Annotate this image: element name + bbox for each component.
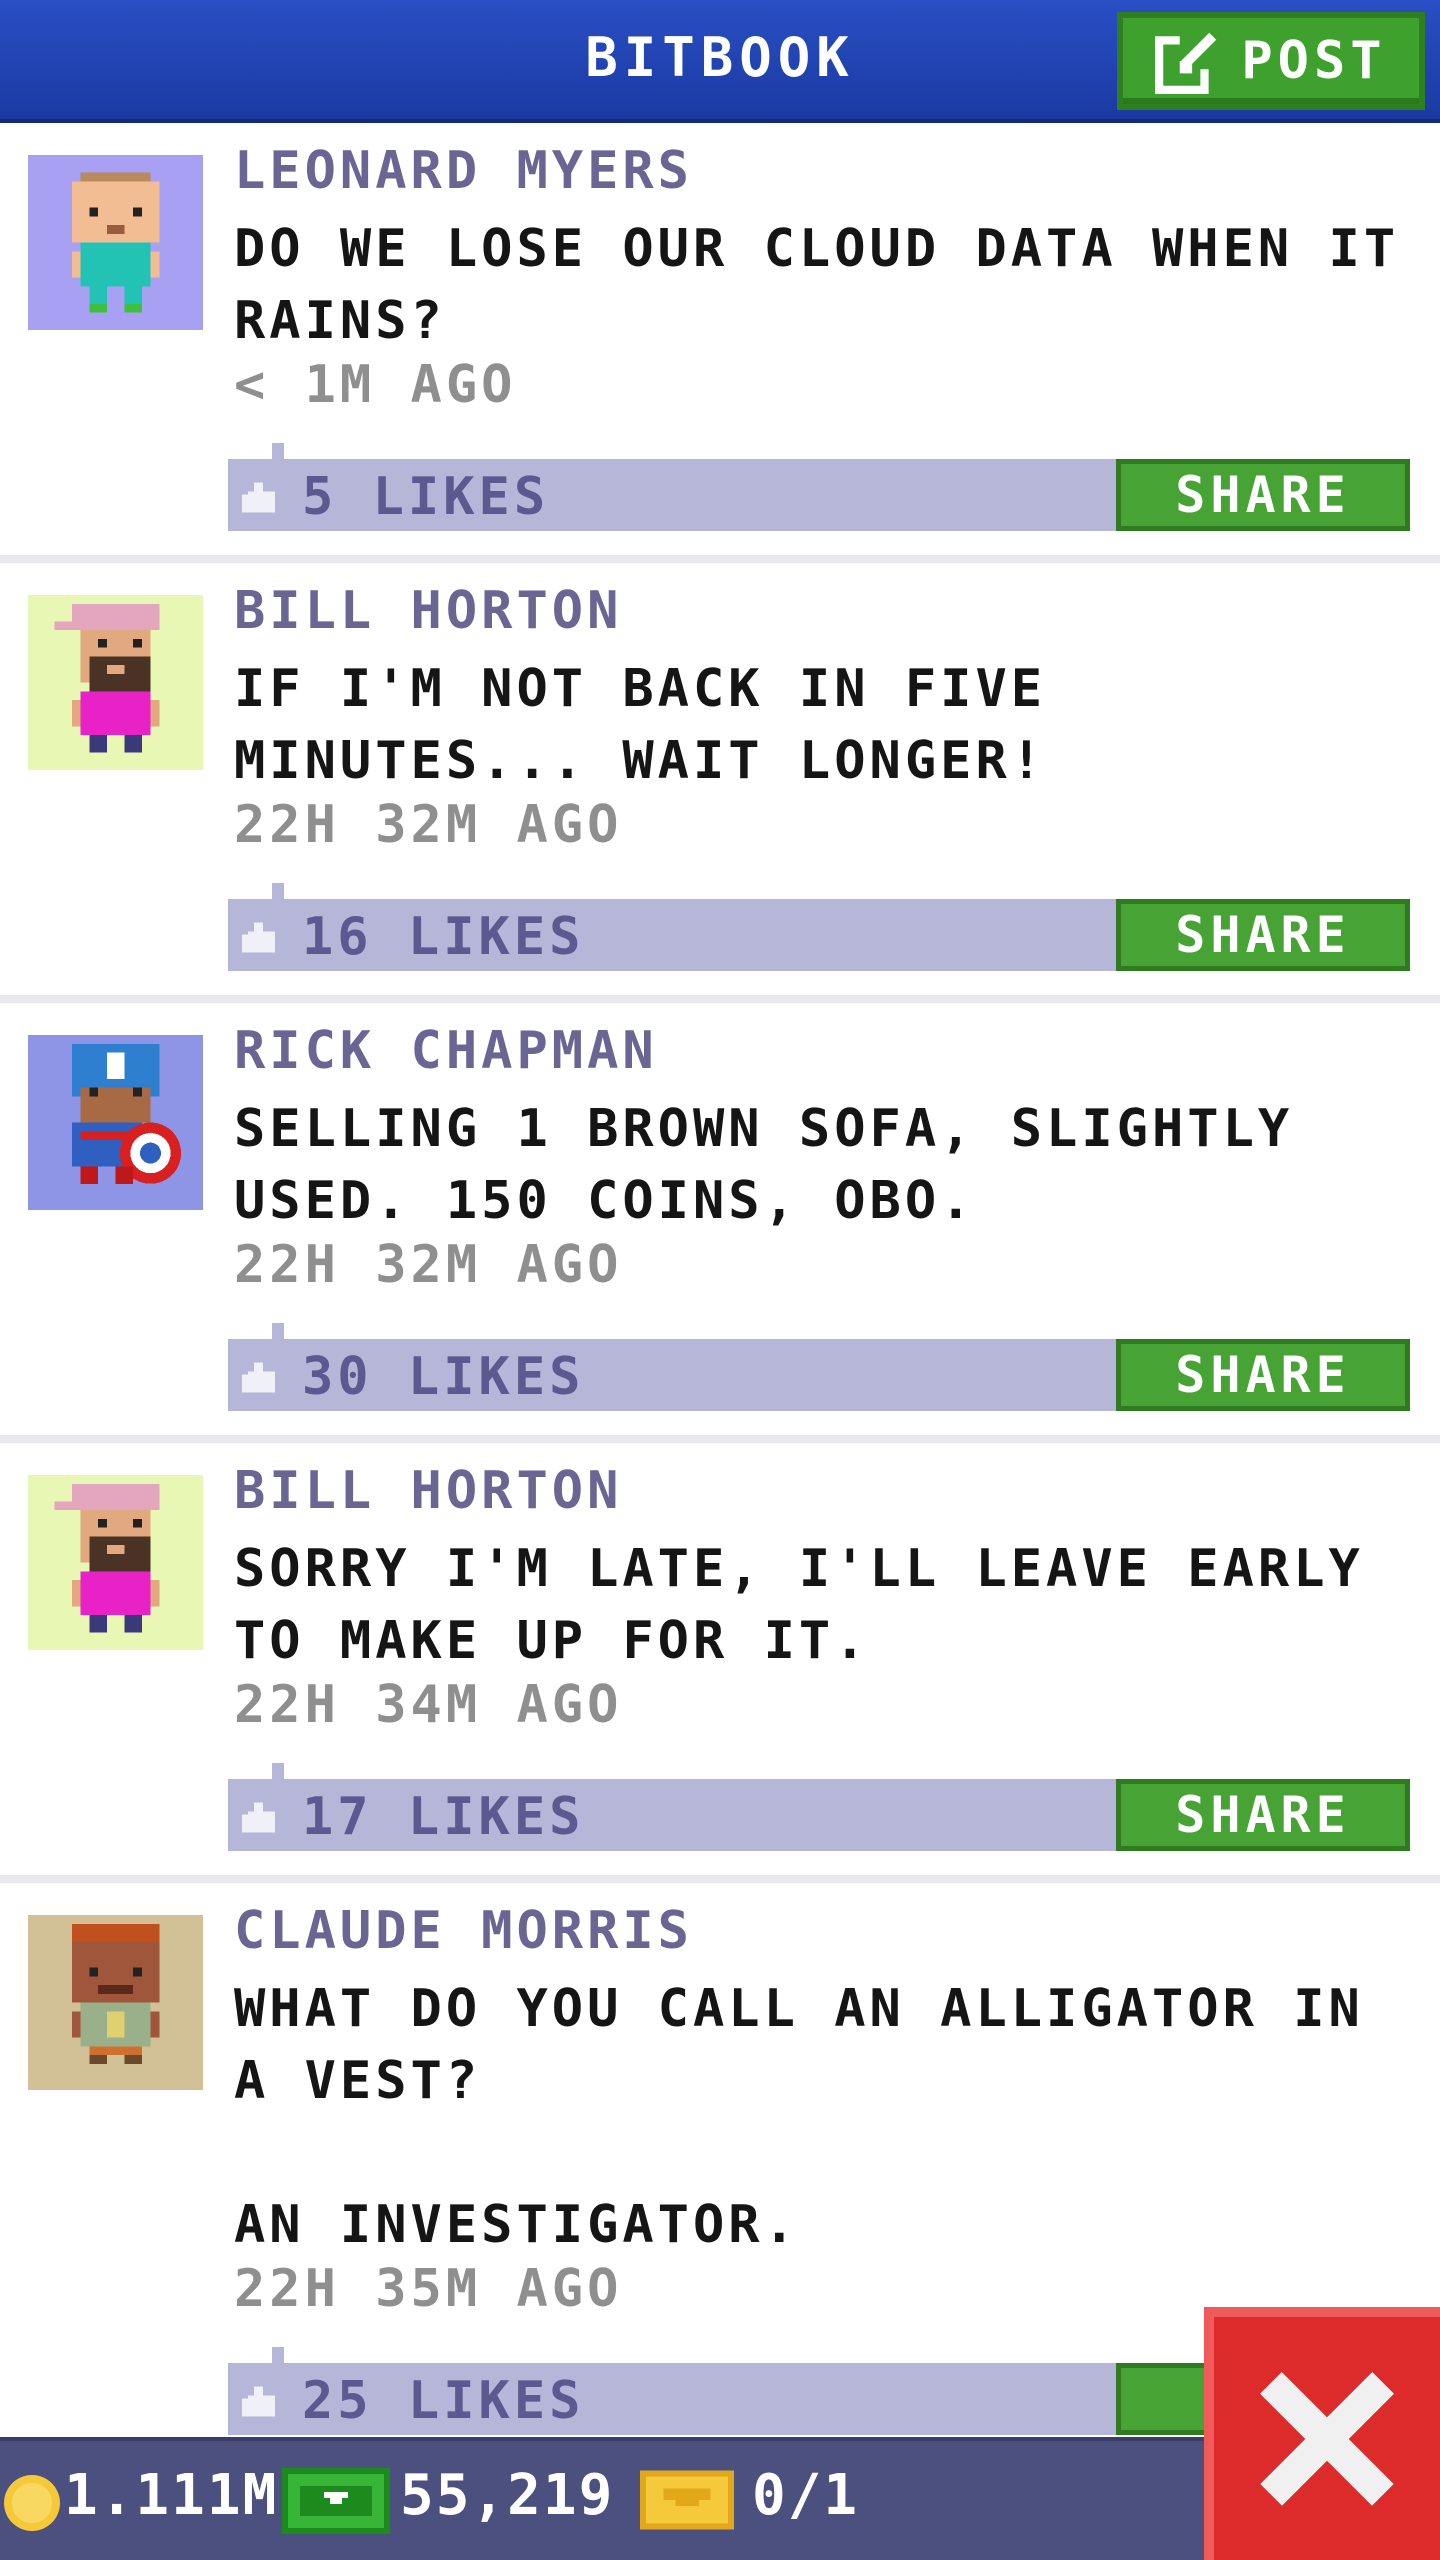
likes-count: 17 LIKES	[302, 1787, 585, 1847]
post-message: WHAT DO YOU CALL AN ALLIGATOR IN A VEST?…	[234, 1979, 1364, 2255]
post-author: BILL HORTON	[234, 581, 623, 641]
likes-bar: 16 LIKES SHARE	[228, 883, 1410, 971]
post-timestamp: 22H 34M AGO	[234, 1675, 623, 1735]
share-button[interactable]: SHARE	[1116, 1339, 1410, 1411]
close-icon	[1260, 2371, 1394, 2506]
coin-icon	[4, 2475, 60, 2531]
thumbs-up-icon[interactable]	[242, 1799, 278, 1833]
post-message: DO WE LOSE OUR CLOUD DATA WHEN IT RAINS?	[234, 219, 1435, 351]
thumbs-up-icon[interactable]	[242, 479, 278, 513]
share-button[interactable]: SHARE	[1116, 1779, 1410, 1851]
ticket-icon	[640, 2470, 734, 2530]
post-message: IF I'M NOT BACK IN FIVE MINUTES... WAIT …	[234, 659, 1082, 791]
share-button[interactable]: SHARE	[1116, 899, 1410, 971]
avatar[interactable]	[28, 1475, 203, 1650]
post-timestamp: 22H 32M AGO	[234, 1235, 623, 1295]
bux-count: 55,219	[400, 2463, 615, 2528]
likes-count: 25 LIKES	[302, 2371, 585, 2431]
share-button[interactable]: SHARE	[1116, 459, 1410, 531]
likes-count: 16 LIKES	[302, 907, 585, 967]
coins-count: 1.111M	[64, 2463, 279, 2528]
feed-list[interactable]: LEONARD MYERS DO WE LOSE OUR CLOUD DATA …	[0, 123, 1440, 2443]
tickets-count: 0/1	[752, 2463, 860, 2528]
thumbs-up-icon[interactable]	[242, 1359, 278, 1393]
feed-post: LEONARD MYERS DO WE LOSE OUR CLOUD DATA …	[0, 123, 1440, 563]
post-author: LEONARD MYERS	[234, 141, 693, 201]
avatar[interactable]	[28, 595, 203, 770]
post-message: SELLING 1 BROWN SOFA, SLIGHTLY USED. 150…	[234, 1099, 1329, 1231]
likes-count: 30 LIKES	[302, 1347, 585, 1407]
avatar[interactable]	[28, 1035, 203, 1210]
cash-icon	[282, 2468, 390, 2534]
thumbs-up-icon[interactable]	[242, 2383, 278, 2417]
post-button[interactable]: POST	[1117, 12, 1425, 110]
avatar[interactable]	[28, 1915, 203, 2090]
post-author: RICK CHAPMAN	[234, 1021, 658, 1081]
feed-post: RICK CHAPMAN SELLING 1 BROWN SOFA, SLIGH…	[0, 1003, 1440, 1443]
likes-bar: 17 LIKES SHARE	[228, 1763, 1410, 1851]
post-author: CLAUDE MORRIS	[234, 1901, 693, 1961]
post-author: BILL HORTON	[234, 1461, 623, 1521]
feed-post: BILL HORTON SORRY I'M LATE, I'LL LEAVE E…	[0, 1443, 1440, 1883]
post-timestamp: < 1M AGO	[234, 355, 517, 415]
edit-icon	[1155, 32, 1218, 94]
post-timestamp: 22H 32M AGO	[234, 795, 623, 855]
feed-post: BILL HORTON IF I'M NOT BACK IN FIVE MINU…	[0, 563, 1440, 1003]
post-timestamp: 22H 35M AGO	[234, 2259, 623, 2319]
likes-count: 5 LIKES	[302, 467, 550, 527]
close-button[interactable]	[1204, 2307, 1440, 2560]
post-message: SORRY I'M LATE, I'LL LEAVE EARLY TO MAKE…	[234, 1539, 1400, 1671]
likes-bar: 30 LIKES SHARE	[228, 1323, 1410, 1411]
post-button-label: POST	[1241, 31, 1387, 91]
likes-bar: 5 LIKES SHARE	[228, 443, 1410, 531]
app-header: BITBOOK POST	[0, 0, 1440, 123]
thumbs-up-icon[interactable]	[242, 919, 278, 953]
avatar[interactable]	[28, 155, 203, 330]
